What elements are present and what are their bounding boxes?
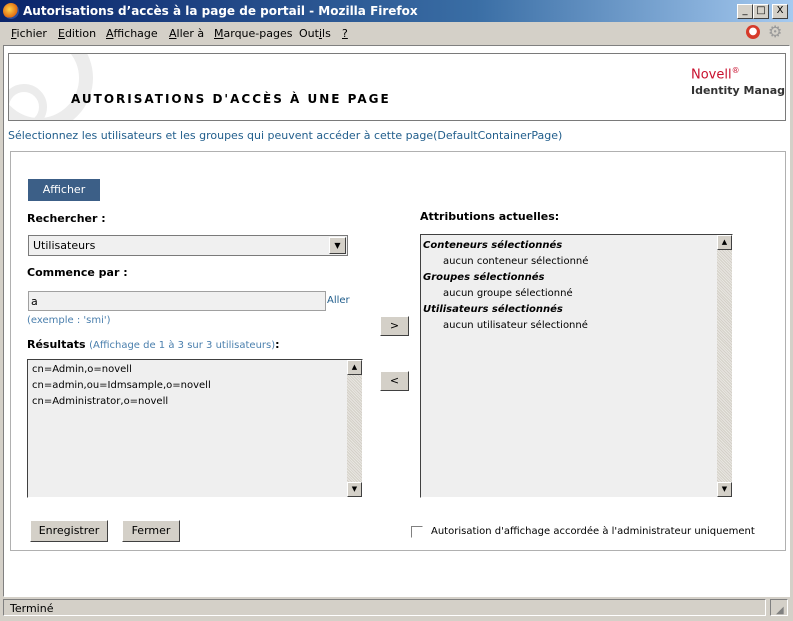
menu-marque-pages[interactable]: Marque-pages xyxy=(214,27,292,40)
assignments-scrollbar[interactable]: ▲ ▼ xyxy=(717,235,732,497)
gear-icon: ⚙ xyxy=(768,22,783,41)
list-item[interactable]: cn=Administrator,o=novell xyxy=(32,396,168,407)
page-title: AUTORISATIONS D'ACCÈS À UNE PAGE xyxy=(71,92,391,106)
menu-affichage[interactable]: Affichage xyxy=(106,27,158,40)
add-button[interactable]: > xyxy=(380,316,409,336)
users-empty: aucun utilisateur sélectionné xyxy=(443,320,588,331)
admin-only-checkbox[interactable] xyxy=(411,526,423,538)
menu-help[interactable]: ? xyxy=(342,27,348,40)
show-button[interactable]: Afficher xyxy=(28,179,100,201)
menu-bar: Fichier Edition Affichage Aller à Marque… xyxy=(0,22,793,44)
menu-aller-a[interactable]: Aller à xyxy=(169,27,204,40)
page-content: AUTORISATIONS D'ACCÈS À UNE PAGE Novell®… xyxy=(3,45,790,597)
status-text: Terminé xyxy=(3,599,766,616)
results-header: Résultats (Affichage de 1 à 3 sur 3 util… xyxy=(27,338,280,351)
starts-with-value: a xyxy=(31,295,38,308)
form-panel: Afficher Rechercher : Utilisateurs ▼ Com… xyxy=(10,151,786,551)
chevron-down-icon[interactable]: ▼ xyxy=(329,237,346,254)
minimize-button[interactable]: _ xyxy=(737,4,753,19)
product-name: Identity Manager xyxy=(691,84,786,97)
groups-empty: aucun groupe sélectionné xyxy=(443,288,573,299)
close-button[interactable]: X xyxy=(772,4,788,19)
results-list[interactable]: cn=Admin,o=novell cn=admin,ou=Idmsample,… xyxy=(27,359,363,498)
maximize-button[interactable]: □ xyxy=(753,4,769,19)
scroll-up-icon[interactable]: ▲ xyxy=(717,235,732,250)
window-title-bar[interactable]: Autorisations d’accès à la page de porta… xyxy=(0,0,793,22)
assignments-list[interactable]: Conteneurs sélectionnés aucun conteneur … xyxy=(420,234,733,498)
menu-fichier[interactable]: Fichier xyxy=(11,27,47,40)
window-title: Autorisations d’accès à la page de porta… xyxy=(23,4,418,18)
remove-button[interactable]: < xyxy=(380,371,409,391)
scroll-down-icon[interactable]: ▼ xyxy=(717,482,732,497)
users-header: Utilisateurs sélectionnés xyxy=(423,304,563,315)
status-bar: Terminé ◢ xyxy=(0,597,793,621)
containers-empty: aucun conteneur sélectionné xyxy=(443,256,589,267)
search-type-select[interactable]: Utilisateurs ▼ xyxy=(28,235,348,256)
search-type-value: Utilisateurs xyxy=(33,239,96,252)
scroll-track[interactable] xyxy=(347,375,362,482)
results-label: Résultats xyxy=(27,338,86,351)
search-label: Rechercher : xyxy=(27,212,106,225)
page-banner: AUTORISATIONS D'ACCÈS À UNE PAGE Novell®… xyxy=(8,53,786,121)
groups-header: Groupes sélectionnés xyxy=(423,272,545,283)
stop-icon[interactable]: ● xyxy=(746,25,760,39)
starts-with-label: Commence par : xyxy=(27,266,128,279)
results-summary: (Affichage de 1 à 3 sur 3 utilisateurs) xyxy=(89,340,276,351)
example-hint: (exemple : 'smi') xyxy=(27,315,111,326)
menu-outils[interactable]: Outils xyxy=(299,27,331,40)
instructions-text: Sélectionnez les utilisateurs et les gro… xyxy=(8,129,563,142)
admin-only-label: Autorisation d'affichage accordée à l'ad… xyxy=(431,526,755,537)
novell-logo: Novell® xyxy=(691,66,740,83)
firefox-icon xyxy=(3,3,19,19)
starts-with-input[interactable]: a xyxy=(28,291,326,311)
list-item[interactable]: cn=Admin,o=novell xyxy=(32,364,132,375)
results-scrollbar[interactable]: ▲ ▼ xyxy=(347,360,362,497)
close-form-button[interactable]: Fermer xyxy=(122,520,180,542)
save-button[interactable]: Enregistrer xyxy=(30,520,108,542)
resize-grip-icon[interactable]: ◢ xyxy=(776,605,784,616)
go-link[interactable]: Aller xyxy=(327,295,350,306)
menu-edition[interactable]: Edition xyxy=(58,27,96,40)
scroll-track[interactable] xyxy=(717,250,732,482)
assignments-label: Attributions actuelles: xyxy=(420,210,560,223)
list-item[interactable]: cn=admin,ou=Idmsample,o=novell xyxy=(32,380,211,391)
containers-header: Conteneurs sélectionnés xyxy=(423,240,563,251)
scroll-down-icon[interactable]: ▼ xyxy=(347,482,362,497)
scroll-up-icon[interactable]: ▲ xyxy=(347,360,362,375)
